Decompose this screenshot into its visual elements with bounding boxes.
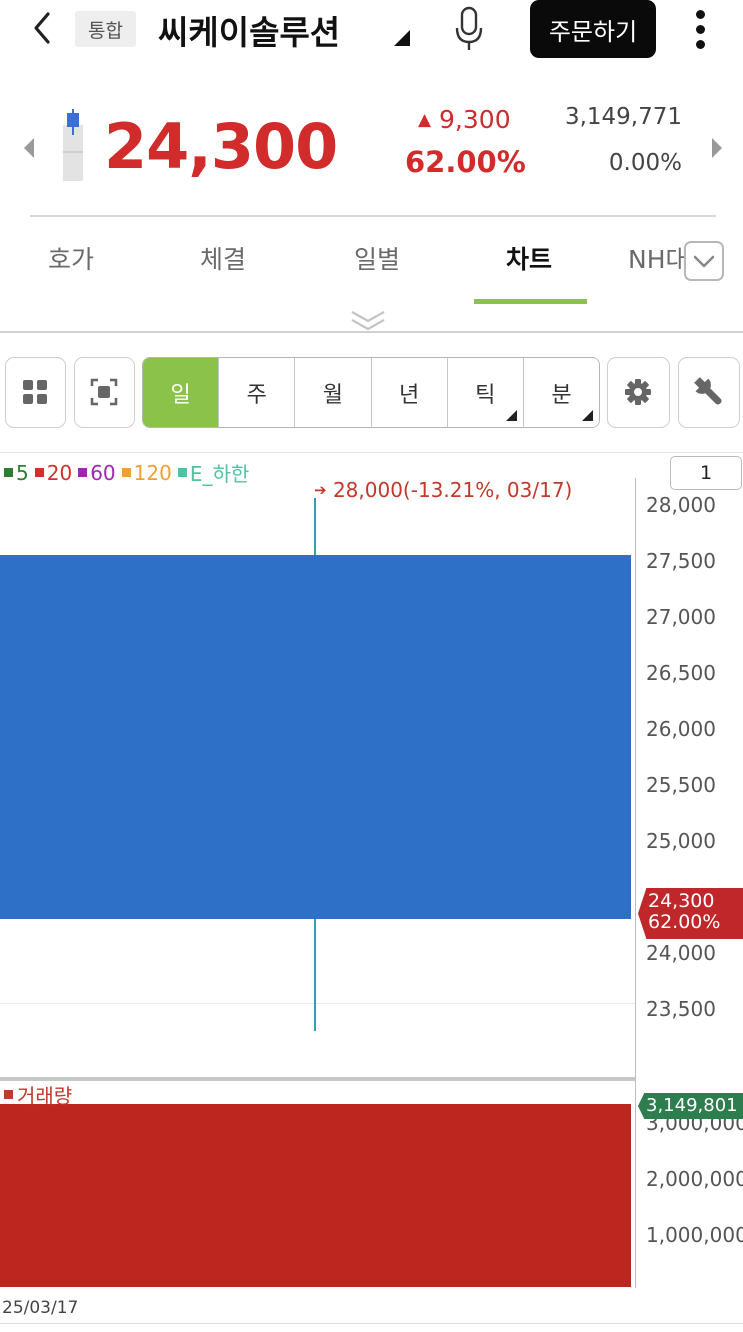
price-axis-tick: 26,500 xyxy=(646,661,716,685)
legend-square-icon xyxy=(4,1090,13,1099)
mini-candle-icon xyxy=(62,107,84,182)
grid-layout-button[interactable] xyxy=(5,357,66,428)
capture-button[interactable] xyxy=(74,357,135,428)
period-minute-button[interactable]: 분 xyxy=(523,358,599,427)
legend-square-icon xyxy=(4,468,13,477)
legend-label: 60 xyxy=(90,460,116,485)
chart-page-indicator[interactable]: 1 xyxy=(670,456,742,490)
price-axis-tick: 27,500 xyxy=(646,549,716,573)
grid-icon xyxy=(23,380,47,404)
back-arrow-icon xyxy=(34,12,50,44)
candle-body xyxy=(0,555,631,920)
gear-icon xyxy=(625,379,651,405)
capture-icon xyxy=(90,378,118,406)
period-day-button[interactable]: 일 xyxy=(143,358,220,427)
period-week-button[interactable]: 주 xyxy=(219,358,296,427)
x-axis-date-label: 25/03/17 xyxy=(2,1298,79,1318)
microphone-icon[interactable] xyxy=(452,6,486,52)
volume-ratio: 0.00% xyxy=(608,150,682,176)
dropdown-corner-icon xyxy=(505,410,517,421)
legend-item: 60 xyxy=(78,460,116,485)
tab-chart[interactable]: 차트 xyxy=(506,240,552,276)
settings-button[interactable] xyxy=(607,357,670,428)
change-amount: ▲ 9,300 xyxy=(418,105,511,134)
price-axis-tick: 24,000 xyxy=(646,941,716,965)
next-stock-arrow-icon[interactable] xyxy=(708,136,724,160)
order-button[interactable]: 주문하기 xyxy=(530,0,656,58)
high-annotation: ➔ 28,000(-13.21%, 03/17) xyxy=(314,478,572,502)
volume-legend[interactable]: 거래량 xyxy=(4,1080,72,1109)
market-badge: 통합 xyxy=(75,11,136,47)
chart-border xyxy=(0,452,743,453)
legend-item: E_하한 xyxy=(177,458,250,487)
price-tag-value: 24,300 xyxy=(648,890,715,912)
chevron-down-icon xyxy=(693,255,715,268)
price-axis-tick: 23,500 xyxy=(646,997,716,1021)
tools-button[interactable] xyxy=(678,357,740,428)
price-axis-tick: 25,500 xyxy=(646,773,716,797)
price-tag-percent: 62.00% xyxy=(648,911,721,933)
legend-item: 5 xyxy=(4,461,29,485)
pane-separator[interactable] xyxy=(0,1077,635,1081)
chart-gridline xyxy=(0,1003,635,1004)
current-price: 24,300 xyxy=(104,110,338,183)
stock-name[interactable]: 씨케이솔루션 xyxy=(158,6,340,54)
legend-item: 20 xyxy=(34,460,73,485)
high-annotation-text: 28,000(-13.21%, 03/17) xyxy=(332,478,573,502)
volume-legend-label: 거래량 xyxy=(17,1084,73,1108)
tab-execution[interactable]: 체결 xyxy=(200,240,246,276)
volume-bar xyxy=(0,1104,631,1287)
trade-volume: 3,149,771 xyxy=(564,104,682,130)
change-amount-value: 9,300 xyxy=(439,105,511,134)
period-selector: 일 주 월 년 틱 분 xyxy=(142,357,600,428)
arrow-right-icon: ➔ xyxy=(314,481,327,499)
price-axis-tick: 26,000 xyxy=(646,717,716,741)
legend-square-icon xyxy=(121,468,131,477)
current-price-tag: 24,300 62.00% xyxy=(638,888,743,939)
price-axis-tick: 27,000 xyxy=(646,605,716,629)
price-axis-tick: 25,000 xyxy=(646,829,716,853)
divider xyxy=(30,215,716,217)
up-triangle-icon: ▲ xyxy=(418,110,432,130)
price-axis-line xyxy=(635,478,636,1288)
period-month-button[interactable]: 월 xyxy=(295,358,372,427)
stock-select-caret-icon[interactable] xyxy=(392,28,412,48)
more-menu-icon[interactable] xyxy=(688,8,714,52)
active-tab-indicator xyxy=(474,299,587,304)
legend-square-icon xyxy=(78,468,88,477)
period-year-button[interactable]: 년 xyxy=(371,358,448,427)
legend-label: 20 xyxy=(46,460,73,485)
legend-square-icon xyxy=(177,468,187,477)
tab-nh[interactable]: NH대 xyxy=(628,240,684,276)
volume-axis-tick: 2,000,000 xyxy=(646,1167,743,1191)
chart-bottom-border xyxy=(0,1323,743,1324)
price-axis-tick: 28,000 xyxy=(646,493,716,517)
current-volume-tag: 3,149,801 xyxy=(638,1093,743,1119)
indicator-legend[interactable]: 5 20 60 120 E_하한 xyxy=(4,458,249,487)
legend-label: E_하한 xyxy=(189,462,250,486)
legend-label: 5 xyxy=(16,460,29,485)
change-percent: 62.00% xyxy=(405,145,526,179)
volume-axis-tick: 1,000,000 xyxy=(646,1223,743,1247)
tab-hoga[interactable]: 호가 xyxy=(48,240,94,276)
dropdown-corner-icon xyxy=(582,410,594,421)
back-button[interactable] xyxy=(26,8,62,48)
legend-item: 120 xyxy=(121,460,172,485)
prev-stock-arrow-icon[interactable] xyxy=(22,136,38,160)
legend-label: 120 xyxy=(133,460,172,485)
legend-square-icon xyxy=(34,468,44,477)
expand-chevron-icon[interactable] xyxy=(350,308,386,332)
candle-wick-lower xyxy=(314,919,316,1032)
wrench-icon xyxy=(694,377,722,405)
candle-wick-upper xyxy=(314,498,316,556)
period-tick-button[interactable]: 틱 xyxy=(447,358,524,427)
divider xyxy=(0,331,743,333)
tab-more-button[interactable] xyxy=(684,241,724,281)
tab-daily[interactable]: 일별 xyxy=(354,240,400,276)
